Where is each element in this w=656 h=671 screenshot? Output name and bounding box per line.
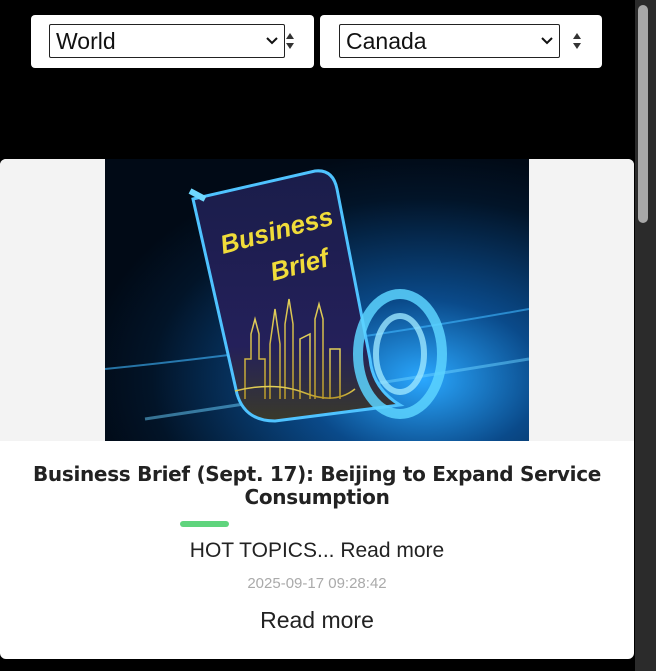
- chevron-down-icon: [541, 35, 553, 47]
- scrollbar[interactable]: [635, 0, 656, 671]
- article-excerpt[interactable]: HOT TOPICS... Read more: [0, 539, 634, 563]
- region-select[interactable]: World: [49, 24, 285, 58]
- article-image-band: Business Brief: [0, 159, 634, 441]
- country-select-value: Canada: [346, 27, 427, 54]
- region-select-value: World: [56, 27, 116, 54]
- article-title[interactable]: Business Brief (Sept. 17): Beijing to Ex…: [10, 463, 624, 509]
- country-filter-box: Canada: [320, 15, 602, 68]
- accent-divider: [180, 521, 229, 527]
- read-more-link[interactable]: Read more: [0, 607, 634, 634]
- chevron-down-icon: [266, 35, 278, 47]
- news-card[interactable]: Business Brief Business Brief (Sept. 17)…: [0, 159, 634, 659]
- sort-arrows-icon[interactable]: [572, 32, 582, 50]
- sort-arrows-icon[interactable]: [285, 32, 295, 50]
- article-image[interactable]: Business Brief: [104, 159, 530, 441]
- region-filter-box: World: [31, 15, 314, 68]
- page: World Canada Business Brief Business Bri…: [0, 0, 656, 671]
- scrollbar-thumb[interactable]: [638, 5, 648, 223]
- country-select[interactable]: Canada: [339, 24, 560, 58]
- article-timestamp: 2025-09-17 09:28:42: [247, 575, 387, 592]
